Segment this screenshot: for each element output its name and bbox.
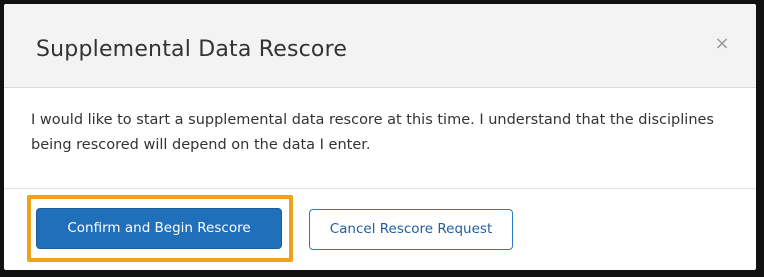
dialog-message: I would like to start a supplemental dat… — [31, 112, 714, 153]
rescore-dialog: Supplemental Data Rescore × I would like… — [4, 4, 756, 270]
close-icon[interactable]: × — [714, 35, 730, 53]
dialog-footer: Confirm and Begin Rescore Cancel Rescore… — [4, 188, 756, 270]
screenshot-frame: Supplemental Data Rescore × I would like… — [0, 0, 764, 277]
dialog-body: I would like to start a supplemental dat… — [4, 88, 756, 188]
cancel-rescore-button[interactable]: Cancel Rescore Request — [309, 209, 513, 250]
confirm-rescore-button[interactable]: Confirm and Begin Rescore — [36, 208, 282, 249]
dialog-title: Supplemental Data Rescore — [36, 37, 348, 62]
dialog-header: Supplemental Data Rescore × — [4, 4, 756, 88]
